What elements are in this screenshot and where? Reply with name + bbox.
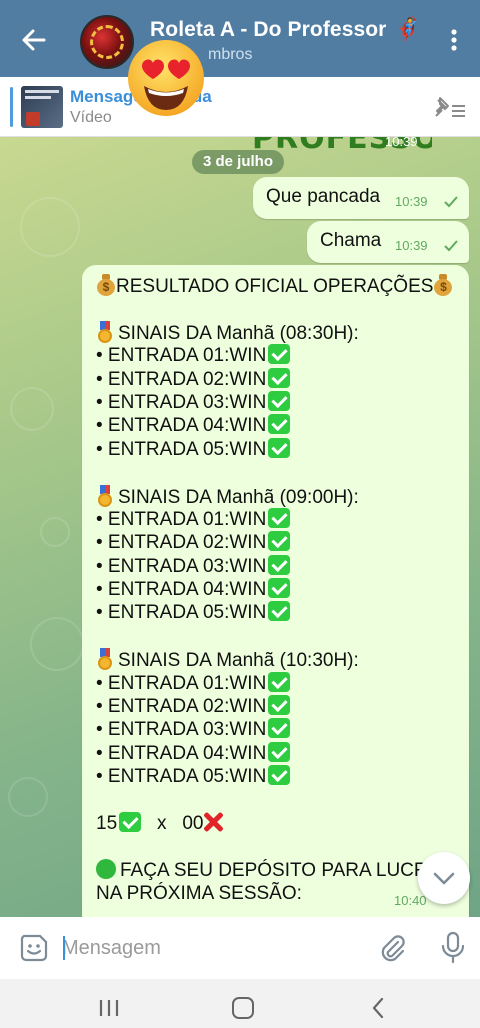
- check-emoji-icon: [268, 390, 291, 411]
- kebab-menu-icon: [451, 29, 457, 51]
- entry-line: • ENTRADA 03:WIN: [96, 554, 466, 578]
- entry-line: • ENTRADA 04:WIN: [96, 741, 466, 765]
- entry-line: • ENTRADA 04:WIN: [96, 414, 466, 437]
- entry-line: • ENTRADA 04:WIN: [96, 578, 466, 601]
- sent-check-icon: [444, 196, 458, 208]
- medal-icon: [96, 648, 114, 671]
- microphone-icon: [441, 931, 465, 964]
- voice-record-button[interactable]: [440, 931, 466, 965]
- paperclip-icon: [381, 935, 405, 962]
- pinned-list-button[interactable]: [432, 95, 468, 121]
- menu-button[interactable]: [440, 22, 468, 58]
- scroll-to-bottom-button[interactable]: [418, 852, 470, 904]
- pin-list-icon: [435, 97, 465, 117]
- back-nav-icon[interactable]: [370, 997, 386, 1019]
- entry-line: • ENTRADA 01:WIN: [96, 671, 466, 695]
- message-text: Que pancada: [266, 186, 381, 207]
- cta-line: FAÇA SEU DEPÓSITO PARA LUCRAR: [96, 858, 466, 882]
- pinned-video-thumbnail: [21, 86, 63, 128]
- check-emoji-icon: [268, 718, 291, 739]
- date-separator: 3 de julho: [192, 150, 285, 174]
- entry-line: • ENTRADA 02:WIN: [96, 695, 466, 718]
- message-time: 10:40: [394, 893, 427, 908]
- pinned-subtitle: Vídeo: [70, 109, 112, 126]
- message-title-line: RESULTADO OFICIAL OPERAÇÕES: [96, 274, 466, 297]
- check-emoji-icon: [268, 741, 291, 762]
- results-message[interactable]: RESULTADO OFICIAL OPERAÇÕES SINAIS DA Ma…: [82, 265, 469, 917]
- entry-line: • ENTRADA 02:WIN: [96, 367, 466, 391]
- chat-subtitle: mbros: [208, 46, 253, 63]
- check-emoji-icon: [268, 531, 291, 552]
- attach-button[interactable]: [378, 933, 408, 963]
- chevron-down-icon: [433, 872, 455, 885]
- sticker-emoji-icon: [20, 934, 48, 962]
- superhero-emoji: 🦸: [394, 16, 422, 41]
- medal-icon: [96, 320, 114, 343]
- money-bag-icon: [96, 274, 116, 296]
- sent-check-icon: [444, 240, 458, 252]
- entry-line: • ENTRADA 03:WIN: [96, 718, 466, 741]
- money-bag-icon: [433, 274, 453, 296]
- check-emoji-icon: [268, 554, 291, 575]
- check-emoji-icon: [268, 671, 291, 692]
- medal-icon: [96, 484, 114, 507]
- entry-line: • ENTRADA 05:WIN: [96, 765, 466, 788]
- check-emoji-icon: [268, 578, 291, 599]
- check-emoji-icon: [268, 601, 291, 622]
- green-circle-icon: [96, 858, 116, 879]
- banner-time: 10:39: [385, 134, 418, 149]
- session-heading: SINAIS DA Manhã (08:30H):: [96, 320, 466, 344]
- check-emoji-icon: [268, 507, 291, 528]
- recent-apps-icon[interactable]: [98, 999, 120, 1017]
- heart-eyes-emoji-icon: [128, 40, 204, 116]
- message-composer: [0, 917, 480, 979]
- message-time: 10:39: [395, 194, 428, 209]
- message-text: Chama: [320, 230, 382, 251]
- message-time: 10:39: [395, 238, 428, 253]
- entry-line: • ENTRADA 02:WIN: [96, 531, 466, 554]
- entry-line: • ENTRADA 05:WIN: [96, 437, 466, 461]
- check-emoji-icon: [268, 765, 291, 786]
- chat-header: Roleta A - Do Professor 🦸 mbros: [0, 0, 480, 77]
- session-heading: SINAIS DA Manhã (09:00H):: [96, 484, 466, 508]
- outgoing-message[interactable]: Que pancada 10:39: [253, 177, 469, 219]
- session-heading: SINAIS DA Manhã (10:30H):: [96, 648, 466, 671]
- message-input[interactable]: [62, 931, 362, 965]
- system-navigation-bar: [0, 979, 480, 1028]
- arrow-left-icon: [22, 29, 46, 51]
- check-emoji-icon: [268, 437, 291, 458]
- check-emoji-icon: [268, 367, 291, 388]
- check-emoji-icon: [268, 344, 291, 365]
- score-line: 15 x 00: [96, 811, 466, 835]
- entry-line: • ENTRADA 03:WIN: [96, 390, 466, 414]
- back-button[interactable]: [14, 22, 54, 58]
- entry-line: • ENTRADA 05:WIN: [96, 601, 466, 624]
- cross-mark-icon: [203, 812, 223, 832]
- check-emoji-icon: [268, 695, 291, 716]
- check-emoji-icon: [268, 414, 291, 435]
- pinned-message[interactable]: Mensagem fixada Vídeo: [0, 77, 480, 137]
- home-button[interactable]: [232, 997, 254, 1019]
- entry-line: • ENTRADA 01:WIN: [96, 344, 466, 367]
- emoji-button[interactable]: [18, 932, 50, 964]
- outgoing-message[interactable]: Chama 10:39: [307, 221, 469, 263]
- check-emoji-icon: [119, 811, 142, 832]
- entry-line: • ENTRADA 01:WIN: [96, 507, 466, 531]
